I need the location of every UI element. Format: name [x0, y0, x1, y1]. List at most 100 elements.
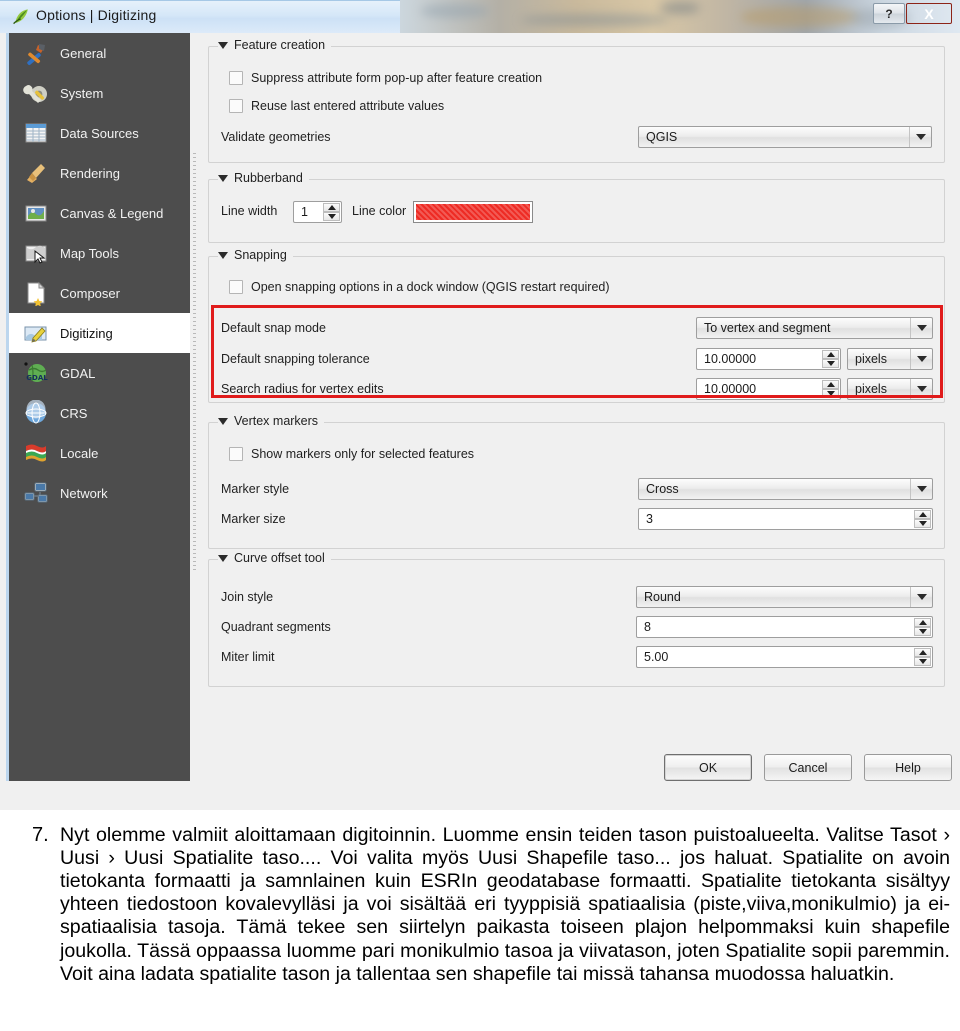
- spinner-up-icon[interactable]: [822, 380, 839, 389]
- sidebar-item-composer[interactable]: Composer: [9, 273, 190, 313]
- collapse-triangle-icon[interactable]: [218, 41, 228, 49]
- sidebar-item-label: Canvas & Legend: [60, 205, 164, 221]
- search-radius-value: 10.00000: [704, 382, 757, 396]
- chevron-down-icon[interactable]: [910, 318, 932, 338]
- sidebar-item-map-tools[interactable]: Map Tools: [9, 233, 190, 273]
- spinner-down-icon[interactable]: [914, 519, 931, 528]
- spinner-up-icon[interactable]: [914, 618, 931, 627]
- ok-button[interactable]: OK: [664, 754, 752, 781]
- spinner-down-icon[interactable]: [914, 627, 931, 636]
- titlebar-help-icon: ?: [885, 6, 893, 21]
- wrench-gear-icon: [23, 80, 49, 106]
- spinner-up-icon[interactable]: [914, 648, 931, 657]
- spinner-up-icon[interactable]: [822, 350, 839, 359]
- flags-icon: [23, 440, 49, 466]
- spinner-down-icon[interactable]: [822, 389, 839, 398]
- marker-size-spinner[interactable]: 3: [638, 508, 933, 530]
- show-markers-row[interactable]: Show markers only for selected features: [229, 447, 474, 461]
- title-bar: Options | Digitizing ? X: [0, 0, 960, 33]
- snapping-tolerance-units-combo[interactable]: pixels: [847, 348, 933, 370]
- show-markers-checkbox[interactable]: [229, 447, 243, 461]
- sidebar-splitter[interactable]: [190, 33, 199, 781]
- line-color-swatch[interactable]: [413, 201, 533, 223]
- collapse-triangle-icon[interactable]: [218, 174, 228, 182]
- snapping-tolerance-spinner[interactable]: 10.00000: [696, 348, 841, 370]
- default-snap-mode-value: To vertex and segment: [704, 321, 831, 335]
- chevron-down-icon[interactable]: [909, 127, 931, 147]
- join-style-combo[interactable]: Round: [636, 586, 933, 608]
- sidebar-item-gdal[interactable]: GDAL GDAL: [9, 353, 190, 393]
- caption-text: Nyt olemme valmiit aloittamaan digitoinn…: [60, 824, 950, 985]
- chevron-down-icon[interactable]: [910, 479, 932, 499]
- map-canvas-icon: [23, 200, 49, 226]
- spinner-down-icon[interactable]: [323, 212, 340, 221]
- sidebar-item-label: Digitizing: [60, 325, 113, 341]
- collapse-triangle-icon[interactable]: [218, 554, 228, 562]
- search-radius-spinner[interactable]: 10.00000: [696, 378, 841, 400]
- ok-button-label: OK: [698, 760, 718, 775]
- options-dialog: Options | Digitizing ? X General System …: [0, 0, 960, 810]
- window-title: Options | Digitizing: [36, 7, 157, 23]
- help-button[interactable]: Help: [864, 754, 952, 781]
- spinner-buttons[interactable]: [822, 350, 839, 368]
- sidebar-item-network[interactable]: Network: [9, 473, 190, 513]
- quadrant-segments-row: Quadrant segments: [221, 620, 331, 634]
- snapping-dock-label: Open snapping options in a dock window (…: [251, 280, 610, 294]
- reuse-attribute-values-checkbox[interactable]: [229, 99, 243, 113]
- search-radius-units-combo[interactable]: pixels: [847, 378, 933, 400]
- group-title: Feature creation: [218, 38, 332, 52]
- spinner-buttons[interactable]: [822, 380, 839, 398]
- search-radius-units-value: pixels: [855, 382, 887, 396]
- chevron-down-icon[interactable]: [910, 379, 932, 399]
- spinner-down-icon[interactable]: [914, 657, 931, 666]
- snapping-dock-row[interactable]: Open snapping options in a dock window (…: [229, 280, 610, 294]
- miter-limit-spinner[interactable]: 5.00: [636, 646, 933, 668]
- collapse-triangle-icon[interactable]: [218, 251, 228, 259]
- help-button-label: Help: [895, 760, 921, 775]
- sidebar-item-data-sources[interactable]: Data Sources: [9, 113, 190, 153]
- validate-geometries-combo[interactable]: QGIS: [638, 126, 932, 148]
- suppress-attribute-form-row[interactable]: Suppress attribute form pop-up after fea…: [229, 71, 542, 85]
- chevron-down-icon[interactable]: [910, 349, 932, 369]
- line-color-label-row: Line color: [352, 204, 406, 218]
- line-width-spinner[interactable]: 1: [293, 201, 342, 223]
- spinner-buttons[interactable]: [914, 648, 931, 666]
- quadrant-segments-label: Quadrant segments: [221, 620, 331, 634]
- chevron-down-icon[interactable]: [910, 587, 932, 607]
- validate-geometries-row: Validate geometries: [221, 130, 331, 144]
- reuse-attribute-values-row[interactable]: Reuse last entered attribute values: [229, 99, 444, 113]
- join-style-row: Join style: [221, 590, 273, 604]
- group-title: Rubberband: [218, 171, 309, 185]
- sidebar-item-crs[interactable]: CRS: [9, 393, 190, 433]
- spinner-up-icon[interactable]: [323, 203, 340, 212]
- map-pencil-icon: [23, 320, 49, 346]
- snapping-dock-checkbox[interactable]: [229, 280, 243, 294]
- sidebar-item-label: CRS: [60, 405, 88, 421]
- sidebar-item-rendering[interactable]: Rendering: [9, 153, 190, 193]
- default-snap-mode-combo[interactable]: To vertex and segment: [696, 317, 933, 339]
- collapse-triangle-icon[interactable]: [218, 417, 228, 425]
- sidebar-item-system[interactable]: System: [9, 73, 190, 113]
- suppress-attribute-form-checkbox[interactable]: [229, 71, 243, 85]
- miter-limit-row: Miter limit: [221, 650, 274, 664]
- sidebar-item-label: System: [60, 85, 104, 101]
- titlebar-help-button[interactable]: ?: [873, 3, 905, 24]
- spinner-buttons[interactable]: [914, 510, 931, 528]
- sidebar-item-locale[interactable]: Locale: [9, 433, 190, 473]
- gdal-globe-icon: GDAL: [23, 360, 49, 386]
- sidebar-item-digitizing[interactable]: Digitizing: [9, 313, 190, 353]
- spinner-up-icon[interactable]: [914, 510, 931, 519]
- marker-style-combo[interactable]: Cross: [638, 478, 933, 500]
- quadrant-segments-spinner[interactable]: 8: [636, 616, 933, 638]
- spinner-down-icon[interactable]: [822, 359, 839, 368]
- spinner-buttons[interactable]: [323, 203, 340, 221]
- cancel-button[interactable]: Cancel: [764, 754, 852, 781]
- show-markers-label: Show markers only for selected features: [251, 447, 475, 461]
- spinner-buttons[interactable]: [914, 618, 931, 636]
- hammer-screwdriver-icon: [23, 40, 49, 66]
- sidebar-item-canvas-legend[interactable]: Canvas & Legend: [9, 193, 190, 233]
- titlebar-close-button[interactable]: X: [906, 3, 952, 24]
- snapping-tolerance-value: 10.00000: [704, 352, 757, 366]
- group-title: Curve offset tool: [218, 551, 331, 565]
- sidebar-item-general[interactable]: General: [9, 33, 190, 73]
